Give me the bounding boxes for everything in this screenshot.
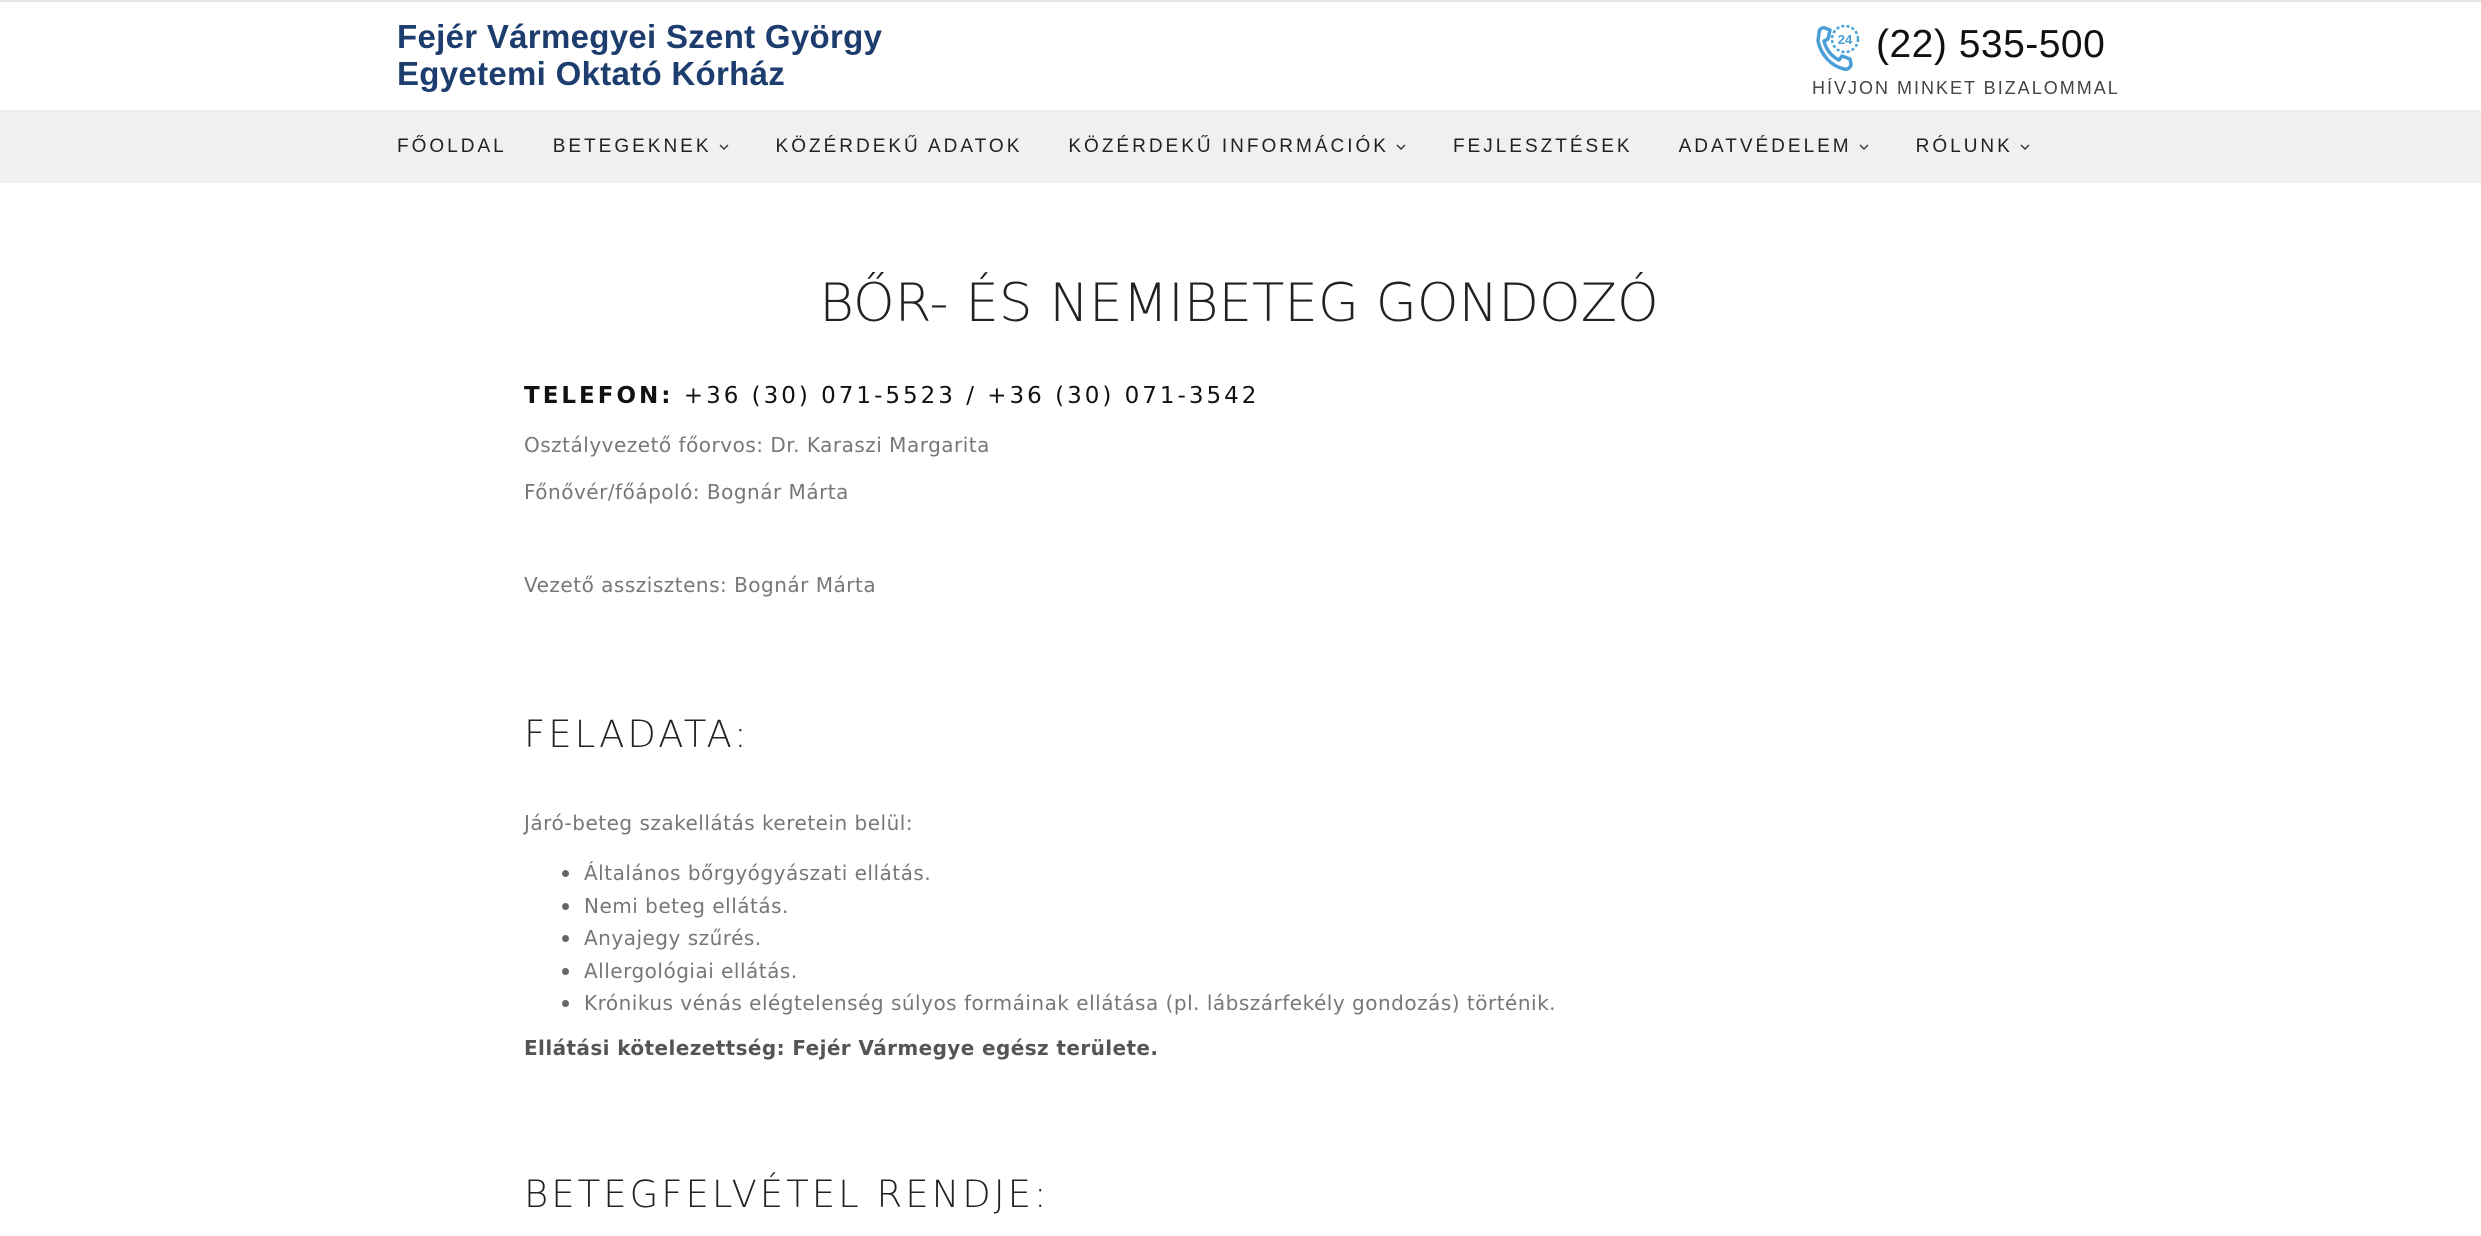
header-phone-block[interactable]: 24 (22) 535-500 HÍVJON MINKET BIZALOMMAL — [1800, 16, 2118, 108]
site-title-line1: Fejér Vármegyei Szent György — [397, 18, 883, 55]
telephone-line: TELEFON: +36 (30) 071-5523 / +36 (30) 07… — [524, 383, 1259, 409]
nav-item-rolunk[interactable]: RÓLUNK — [1916, 136, 2031, 158]
nav-item-label: KÖZÉRDEKŰ INFORMÁCIÓK — [1068, 135, 1389, 157]
list-item: Allergológiai ellátás. — [560, 955, 1556, 988]
list-item: Anyajegy szűrés. — [560, 922, 1556, 955]
nav-item-fooldal[interactable]: FŐOLDAL — [397, 136, 507, 158]
page-title: BŐR- ÉS NEMIBETEG GONDOZÓ — [819, 273, 1659, 334]
site-title-line2: Egyetemi Oktató Kórház — [397, 55, 786, 92]
phone-24h-icon: 24 — [1809, 19, 1867, 77]
site-logo-title[interactable]: Fejér Vármegyei Szent György Egyetemi Ok… — [397, 18, 957, 92]
telephone-label: TELEFON: — [524, 383, 674, 409]
care-obligation: Ellátási kötelezettség: Fejér Vármegye e… — [524, 1036, 1159, 1060]
tasks-list: Általános bőrgyógyászati ellátás. Nemi b… — [560, 857, 1556, 1020]
tasks-intro: Járó-beteg szakellátás keretein belül: — [524, 811, 914, 835]
nav-item-label: ADATVÉDELEM — [1678, 135, 1852, 157]
nav-item-kozerdeku-adatok[interactable]: KÖZÉRDEKŰ ADATOK — [776, 136, 1023, 158]
nav-item-label: KÖZÉRDEKŰ ADATOK — [775, 135, 1023, 157]
chevron-down-icon — [1396, 144, 1406, 150]
nav-item-label: RÓLUNK — [1915, 135, 2013, 157]
lead-assistant: Vezető asszisztens: Bognár Márta — [524, 573, 877, 597]
tasks-heading: FELADATA: — [524, 713, 750, 756]
nav-item-label: FEJLESZTÉSEK — [1452, 135, 1633, 157]
nav-item-fejlesztesek[interactable]: FEJLESZTÉSEK — [1453, 136, 1633, 158]
nav-item-adatvedelem[interactable]: ADATVÉDELEM — [1679, 136, 1870, 158]
top-border — [0, 0, 2481, 2]
main-navigation: FŐOLDAL BETEGEKNEK KÖZÉRDEKŰ ADATOK KÖZÉ… — [0, 110, 2481, 183]
header-phone-tagline: HÍVJON MINKET BIZALOMMAL — [1812, 78, 2120, 98]
list-item: Általános bőrgyógyászati ellátás. — [560, 857, 1556, 890]
nav-item-label: BETEGEKNEK — [552, 135, 712, 157]
head-nurse: Főnővér/főápoló: Bognár Márta — [524, 480, 849, 504]
chevron-down-icon — [2020, 144, 2030, 150]
nav-item-label: FŐOLDAL — [397, 135, 507, 157]
telephone-value[interactable]: +36 (30) 071-5523 / +36 (30) 071-3542 — [684, 383, 1260, 409]
chevron-down-icon — [1859, 144, 1869, 150]
nav-item-kozerdeku-informaciok[interactable]: KÖZÉRDEKŰ INFORMÁCIÓK — [1068, 136, 1407, 158]
admission-heading: BETEGFELVÉTEL RENDJE: — [524, 1173, 1050, 1216]
list-item: Nemi beteg ellátás. — [560, 890, 1556, 923]
header-phone-number[interactable]: (22) 535-500 — [1876, 20, 2105, 70]
nav-item-betegeknek[interactable]: BETEGEKNEK — [553, 136, 730, 158]
svg-text:24: 24 — [1838, 32, 1853, 47]
chevron-down-icon — [719, 144, 729, 150]
head-doctor: Osztályvezető főorvos: Dr. Karaszi Marga… — [524, 433, 990, 457]
list-item: Krónikus vénás elégtelenség súlyos formá… — [560, 987, 1556, 1020]
